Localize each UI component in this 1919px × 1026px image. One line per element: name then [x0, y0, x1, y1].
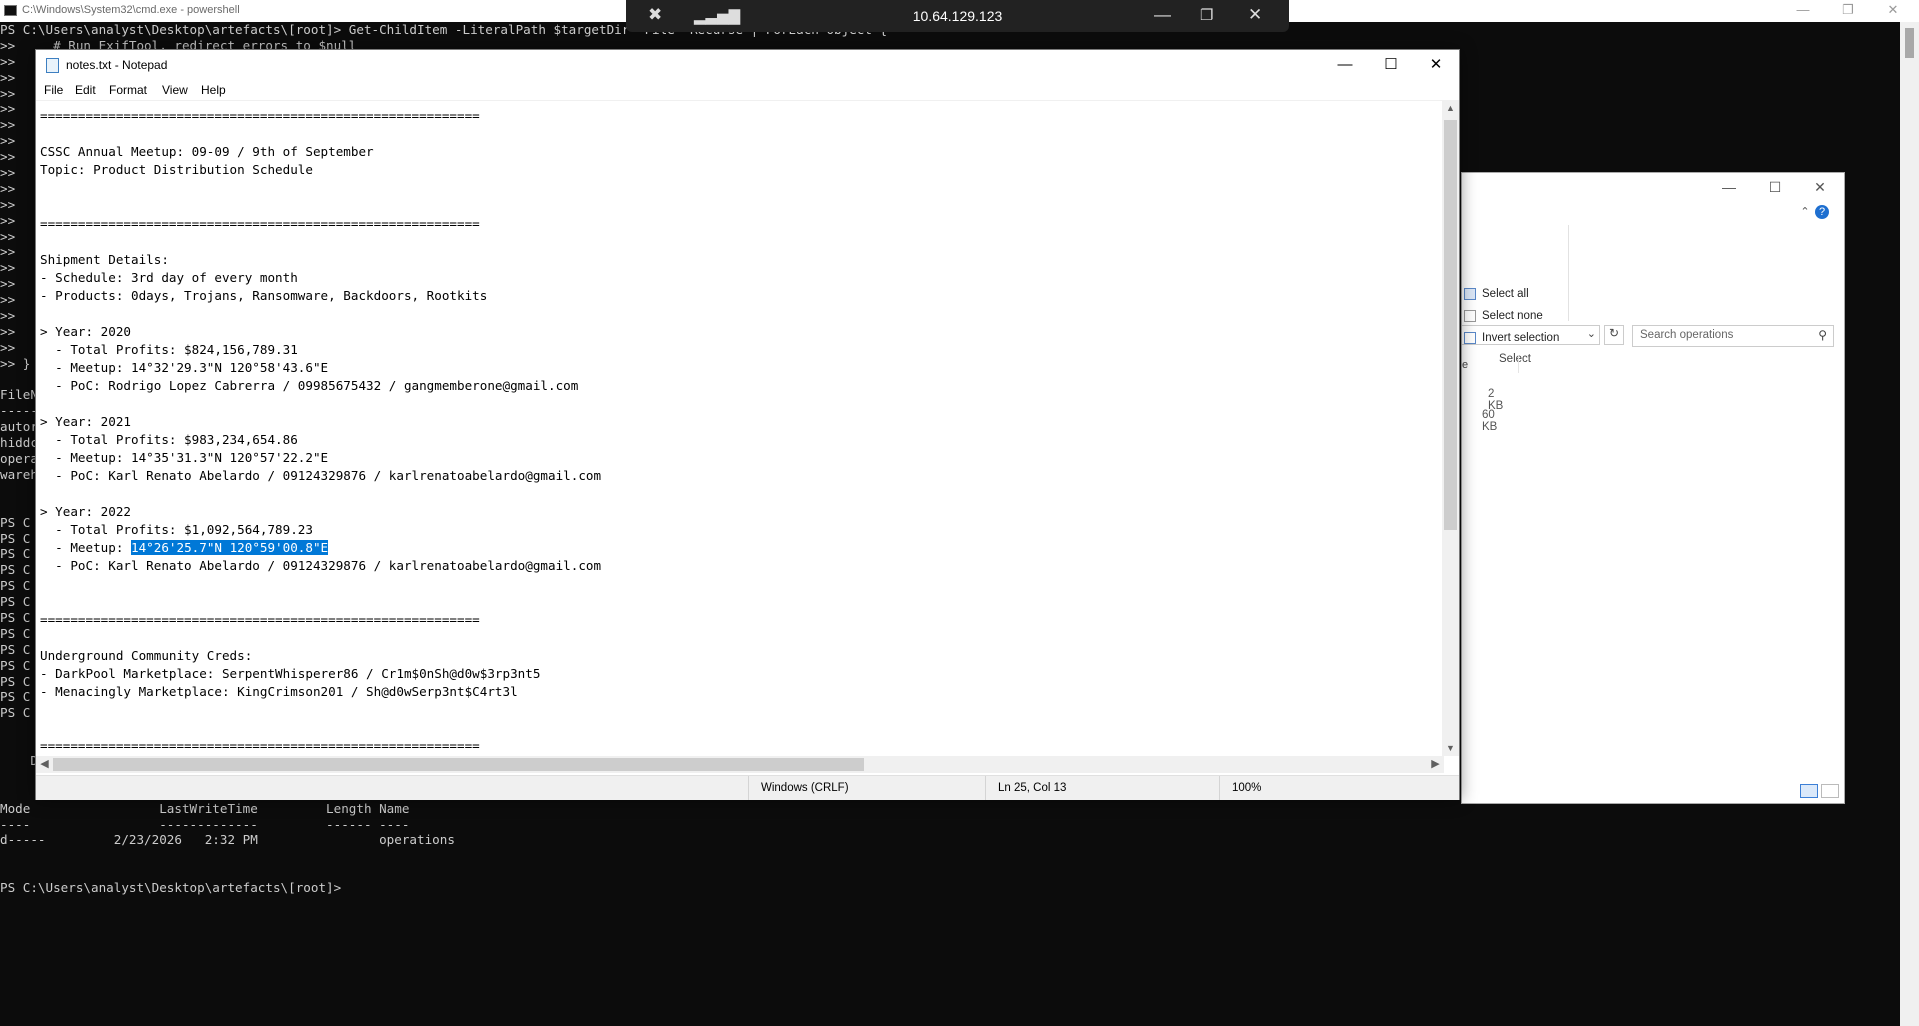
text-line: - Total Profits: $824,156,789.31 — [40, 342, 298, 357]
horizontal-scroll-thumb[interactable] — [53, 758, 864, 771]
text-line: ========================================… — [40, 108, 480, 123]
cmd-icon — [4, 5, 17, 16]
file-size: 60 KB — [1482, 409, 1498, 433]
console-line: PS C:\Users\analyst\Desktop\artefacts\[r… — [0, 880, 342, 896]
text-line: - Meetup: 14°32'29.3"N 120°58'43.6"E — [40, 360, 329, 375]
horizontal-scrollbar[interactable]: ◀ ▶ — [36, 756, 1444, 773]
select-all-icon — [1464, 288, 1476, 300]
column-header-fragment[interactable]: e — [1462, 359, 1468, 371]
rdp-minimize-button[interactable]: — — [1154, 5, 1171, 25]
close-button[interactable]: ✕ — [1413, 50, 1459, 80]
address-dropdown[interactable]: ⌄ — [1462, 325, 1600, 345]
text-editor[interactable]: ========================================… — [36, 100, 1445, 809]
status-bar: Windows (CRLF) Ln 25, Col 13 100% — [36, 775, 1459, 800]
selected-text-line: - Meetup: 14°26'25.7"N 120°59'00.8"E — [40, 539, 329, 557]
menu-view[interactable]: View — [162, 83, 188, 97]
notepad-window: notes.txt - Notepad — ☐ ✕ File Edit Form… — [35, 49, 1460, 800]
text-line: - DarkPool Marketplace: SerpentWhisperer… — [40, 666, 541, 681]
search-icon: ⚲ — [1818, 328, 1827, 342]
console-minimize-button[interactable]: — — [1783, 0, 1823, 20]
explorer-window: — ☐ ✕ ⌃ ? Select all Select none Invert … — [1461, 172, 1845, 804]
console-scrollbar[interactable] — [1900, 22, 1919, 1026]
text-line: - Menacingly Marketplace: KingCrimson201… — [40, 684, 518, 699]
line-ending-status: Windows (CRLF) — [748, 776, 981, 800]
menu-help[interactable]: Help — [201, 83, 226, 97]
minimize-button[interactable]: — — [1322, 50, 1368, 80]
vertical-scroll-thumb[interactable] — [1444, 120, 1457, 530]
text-line: - Total Profits: $983,234,654.86 — [40, 432, 298, 447]
rdp-close-button[interactable]: ✕ — [1248, 5, 1262, 25]
scroll-up-arrow[interactable]: ▲ — [1442, 103, 1459, 113]
ribbon-select-group: Select all Select none Invert selection … — [1462, 225, 1569, 365]
text-line: Underground Community Creds: — [40, 648, 253, 663]
details-view-button[interactable] — [1800, 784, 1818, 798]
text-line: > Year: 2022 — [40, 504, 131, 519]
text-line: - PoC: Rodrigo Lopez Cabrerra / 09985675… — [40, 378, 579, 393]
text-line: > Year: 2021 — [40, 414, 131, 429]
text-line: - Total Profits: $1,092,564,789.23 — [40, 522, 313, 537]
maximize-button[interactable]: ☐ — [1368, 50, 1414, 80]
explorer-maximize-button[interactable]: ☐ — [1758, 179, 1792, 199]
text-line: ========================================… — [40, 216, 480, 231]
notepad-title: notes.txt - Notepad — [66, 58, 168, 72]
select-all-button[interactable]: Select all — [1464, 285, 1529, 303]
help-icon[interactable]: ? — [1815, 205, 1829, 219]
console-line: ---- ------------- ------ ---- — [0, 816, 410, 832]
text-line: Shipment Details: — [40, 252, 169, 267]
rdp-restore-button[interactable]: ❐ — [1200, 6, 1213, 24]
refresh-button[interactable]: ↻ — [1604, 325, 1624, 345]
ribbon-group-label: Select — [1499, 353, 1531, 365]
text-line: - PoC: Karl Renato Abelardo / 0912432987… — [40, 468, 602, 483]
explorer-close-button[interactable]: ✕ — [1803, 179, 1837, 199]
notepad-titlebar[interactable]: notes.txt - Notepad — ☐ ✕ — [36, 50, 1459, 80]
zoom-status: 100% — [1219, 776, 1452, 800]
notepad-icon — [46, 58, 59, 73]
remote-connection-bar: ✖ ▂▃▅▇ 10.64.129.123 — ❐ ✕ — [626, 0, 1289, 32]
text-line: ========================================… — [40, 612, 480, 627]
console-close-button[interactable]: ✕ — [1873, 0, 1913, 20]
menu-edit[interactable]: Edit — [75, 83, 96, 97]
menu-file[interactable]: File — [44, 83, 63, 97]
vertical-scrollbar[interactable]: ▲ ▼ — [1442, 100, 1459, 756]
remote-host-address: 10.64.129.123 — [912, 8, 1003, 24]
console-maximize-button[interactable]: ❐ — [1828, 0, 1868, 20]
select-none-button[interactable]: Select none — [1464, 307, 1543, 325]
menu-format[interactable]: Format — [109, 83, 147, 97]
scroll-right-arrow[interactable]: ▶ — [1427, 757, 1444, 770]
large-icons-view-button[interactable] — [1821, 784, 1839, 798]
scroll-down-arrow[interactable]: ▼ — [1442, 743, 1459, 753]
text-line: ========================================… — [40, 738, 480, 753]
text-selection[interactable]: 14°26'25.7"N 120°59'00.8"E — [131, 540, 329, 555]
explorer-minimize-button[interactable]: — — [1712, 179, 1746, 199]
search-input[interactable]: Search operations ⚲ — [1632, 325, 1834, 347]
select-none-icon — [1464, 310, 1476, 322]
column-divider[interactable] — [1518, 355, 1519, 373]
text-line: CSSC Annual Meetup: 09-09 / 9th of Septe… — [40, 144, 374, 159]
cursor-position-status: Ln 25, Col 13 — [985, 776, 1208, 800]
chevron-down-icon: ⌄ — [1586, 328, 1596, 340]
text-line: > Year: 2020 — [40, 324, 131, 339]
text-line: - PoC: Karl Renato Abelardo / 0912432987… — [40, 558, 602, 573]
text-line: - Meetup: 14°35'31.3"N 120°57'22.2"E — [40, 450, 329, 465]
menu-bar: File Edit Format View Help — [36, 80, 1459, 101]
line-prefix: - Meetup: — [40, 540, 131, 555]
console-line: d----- 2/23/2026 2:32 PM operations — [0, 832, 455, 848]
console-scroll-thumb[interactable] — [1905, 28, 1914, 58]
text-line: - Products: 0days, Trojans, Ransomware, … — [40, 288, 488, 303]
text-line: - Schedule: 3rd day of every month — [40, 270, 298, 285]
scroll-left-arrow[interactable]: ◀ — [36, 757, 53, 770]
console-title: C:\Windows\System32\cmd.exe - powershell — [22, 4, 240, 16]
text-line: Topic: Product Distribution Schedule — [40, 162, 313, 177]
